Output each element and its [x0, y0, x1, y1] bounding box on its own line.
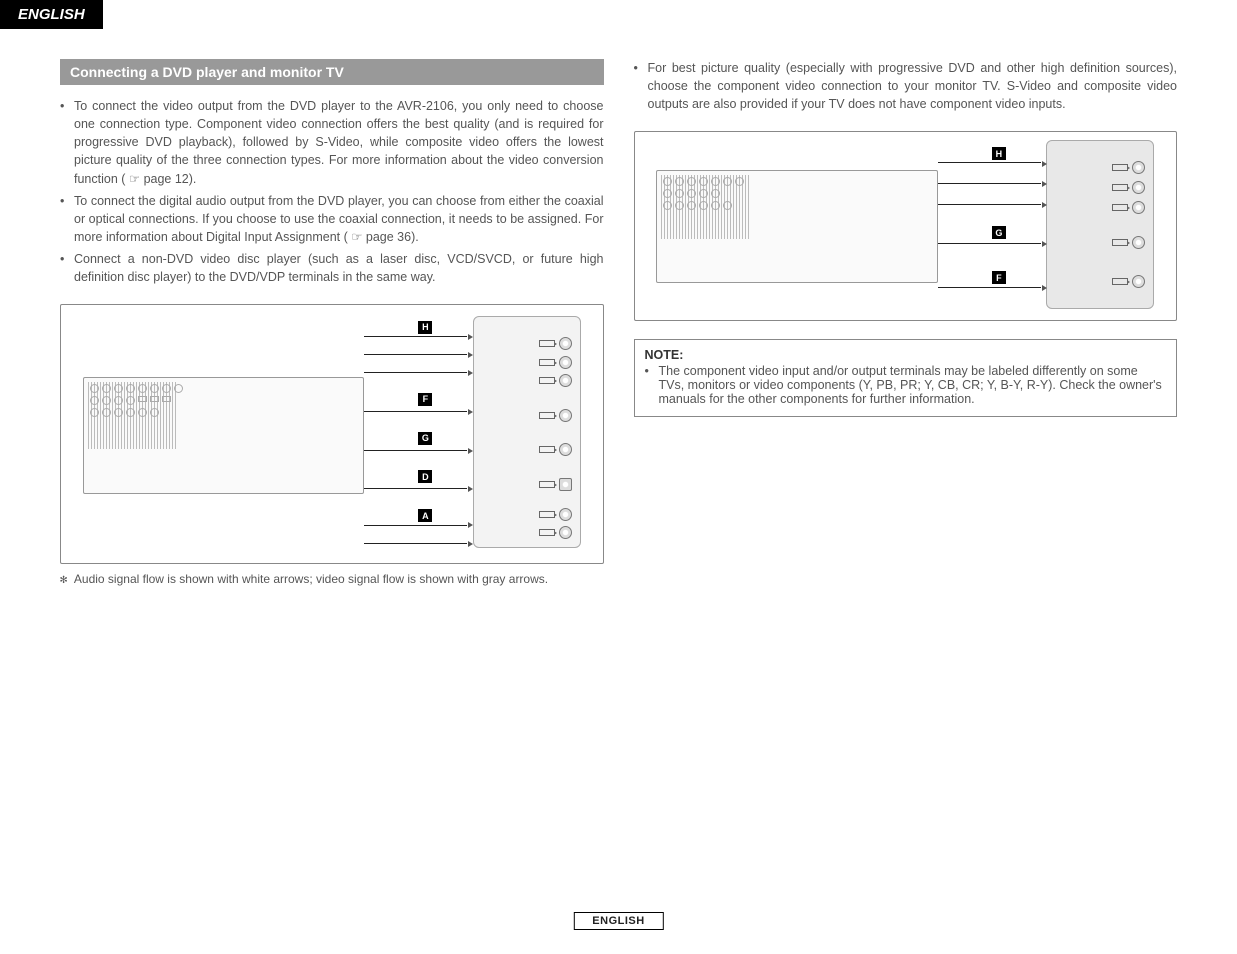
diagram-caption: ✻ Audio signal flow is shown with white … [60, 572, 604, 586]
bullet-text: Connect a non-DVD video disc player (suc… [74, 250, 604, 286]
page-content: Connecting a DVD player and monitor TV •… [0, 29, 1237, 586]
bullet-list: •To connect the video output from the DV… [60, 97, 604, 286]
bullet-text: To connect the video output from the DVD… [74, 97, 604, 188]
bullet-list: •For best picture quality (especially wi… [634, 59, 1178, 113]
receiver-rear-panel [83, 377, 365, 493]
bullet-text: To connect the digital audio output from… [74, 192, 604, 246]
diagram-label: H [418, 321, 432, 334]
monitor-tv-box [1046, 140, 1154, 309]
diagram-label: H [992, 147, 1006, 160]
bullet-icon: • [645, 364, 659, 406]
diagram-label: D [418, 470, 432, 483]
bullet-icon: • [60, 192, 74, 246]
bullet-icon: • [60, 97, 74, 188]
diagram-label: F [418, 393, 432, 406]
caption-text: Audio signal flow is shown with white ar… [74, 572, 548, 586]
right-column: •For best picture quality (especially wi… [634, 59, 1178, 586]
bullet-icon: • [60, 250, 74, 286]
bullet-icon: • [634, 59, 648, 113]
asterisk-icon: ✻ [60, 572, 67, 586]
diagram-label: G [992, 226, 1006, 239]
note-title: NOTE: [645, 348, 1167, 362]
note-box: NOTE: • The component video input and/or… [634, 339, 1178, 417]
left-column: Connecting a DVD player and monitor TV •… [60, 59, 604, 586]
dvd-player-box [473, 316, 581, 548]
diagram-label: G [418, 432, 432, 445]
diagram-label: F [992, 271, 1006, 284]
bullet-text: For best picture quality (especially wit… [648, 59, 1178, 113]
connection-diagram-tv: H G F [634, 131, 1178, 321]
note-text: The component video input and/or output … [659, 364, 1167, 406]
section-title: Connecting a DVD player and monitor TV [60, 59, 604, 85]
language-tab: ENGLISH [0, 0, 103, 29]
rear-ports [663, 177, 931, 276]
receiver-rear-panel [656, 170, 938, 283]
connection-diagram-dvd: H F G D A [60, 304, 604, 564]
diagram-label: A [418, 509, 432, 522]
footer-language: ENGLISH [573, 912, 663, 930]
rear-ports [90, 384, 358, 486]
